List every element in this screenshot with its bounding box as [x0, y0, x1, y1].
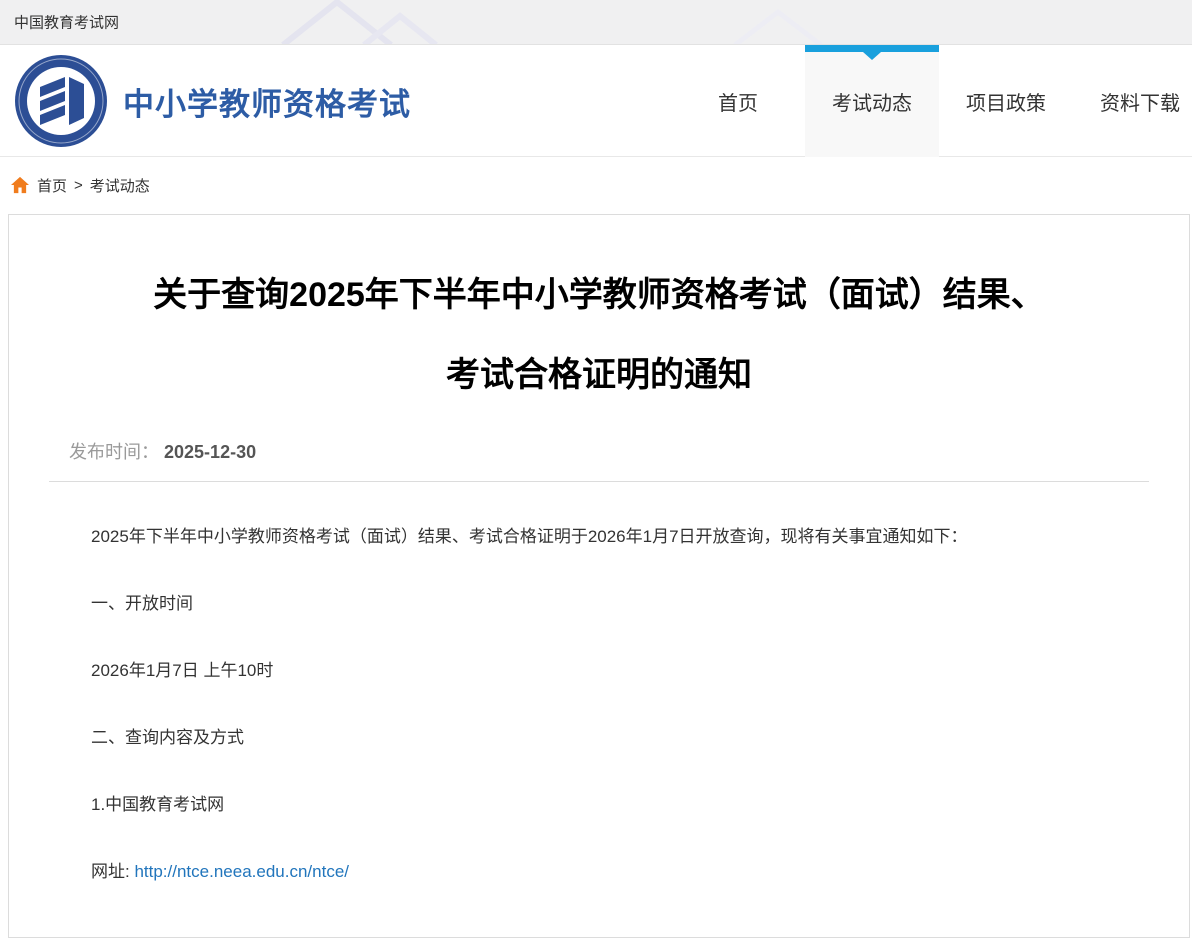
ntce-link[interactable]: http://ntce.neea.edu.cn/ntce/	[134, 862, 349, 881]
nav-item-project-policy[interactable]: 项目政策	[939, 45, 1073, 157]
home-icon[interactable]	[10, 176, 30, 194]
breadcrumb: 首页 > 考试动态	[0, 157, 1192, 213]
url-label: 网址:	[91, 862, 134, 881]
publish-date-value: 2025-12-30	[164, 442, 256, 462]
article-body: 2025年下半年中小学教师资格考试（面试）结果、考试合格证明于2026年1月7日…	[57, 525, 1141, 884]
site-name: 中国教育考试网	[14, 12, 119, 33]
nav-item-home[interactable]: 首页	[671, 45, 805, 157]
article-title: 关于查询2025年下半年中小学教师资格考试（面试）结果、 考试合格证明的通知	[49, 255, 1149, 415]
nav-item-exam-news[interactable]: 考试动态	[805, 45, 939, 157]
paragraph-intro: 2025年下半年中小学教师资格考试（面试）结果、考试合格证明于2026年1月7日…	[57, 525, 1141, 549]
nav-item-material-download[interactable]: 资料下载	[1073, 45, 1192, 157]
paragraph-url: 网址: http://ntce.neea.edu.cn/ntce/	[57, 860, 1141, 884]
main-nav: 首页 考试动态 项目政策 资料下载	[671, 45, 1192, 157]
topbar: 中国教育考试网	[0, 0, 1192, 45]
article-title-line: 关于查询2025年下半年中小学教师资格考试（面试）结果、	[49, 255, 1149, 335]
header: 中小学教师资格考试 首页 考试动态 项目政策 资料下载	[0, 45, 1192, 157]
article-container: 关于查询2025年下半年中小学教师资格考试（面试）结果、 考试合格证明的通知 发…	[8, 214, 1190, 938]
section-heading-one: 一、开放时间	[57, 592, 1141, 616]
paragraph-open-time: 2026年1月7日 上午10时	[57, 659, 1141, 683]
breadcrumb-current: 考试动态	[90, 175, 150, 196]
section-heading-two: 二、查询内容及方式	[57, 726, 1141, 750]
article-title-line: 考试合格证明的通知	[49, 335, 1149, 415]
publish-date-label: 发布时间：	[69, 442, 159, 462]
ntce-logo-icon	[13, 53, 109, 149]
breadcrumb-home[interactable]: 首页	[37, 175, 67, 196]
divider	[49, 481, 1149, 482]
mountain-decoration	[0, 0, 1192, 45]
paragraph-site-name: 1.中国教育考试网	[57, 793, 1141, 817]
brand-title: 中小学教师资格考试	[123, 79, 411, 124]
publish-info: 发布时间： 2025-12-30	[57, 441, 1141, 463]
brand[interactable]: 中小学教师资格考试	[13, 45, 411, 157]
breadcrumb-separator: >	[74, 177, 83, 194]
